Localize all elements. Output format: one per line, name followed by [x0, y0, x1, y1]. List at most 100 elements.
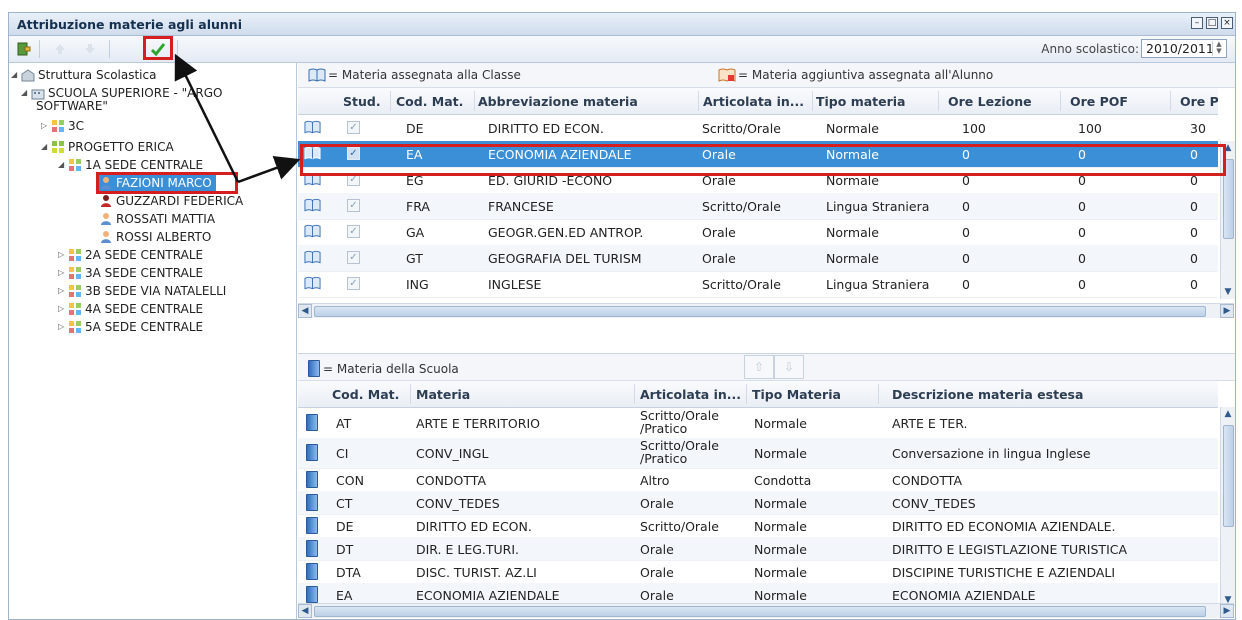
exit-icon — [17, 42, 31, 55]
collapse-icon[interactable]: ◢ — [58, 157, 68, 173]
top-grid-vertical-scrollbar[interactable]: ▲ ▼ — [1220, 141, 1235, 299]
cell-tipo: Normale — [754, 565, 807, 580]
tree-root[interactable]: ◢ Struttura Scolastica — [11, 67, 156, 83]
scroll-right-icon[interactable]: ▶ — [1220, 304, 1234, 318]
scroll-thumb[interactable] — [314, 606, 1206, 617]
expand-icon[interactable]: ▷ — [58, 247, 68, 263]
move-down-button[interactable] — [79, 38, 101, 59]
tree-student[interactable]: ROSSATI MATTIA — [99, 211, 215, 227]
table-row[interactable]: ✓ GA GEOGR.GEN.ED ANTROP. Orale Normale … — [298, 219, 1218, 246]
col-stud[interactable]: Stud. — [343, 94, 381, 109]
collapse-icon[interactable]: ◢ — [11, 67, 21, 83]
stud-checkbox[interactable]: ✓ — [347, 277, 360, 290]
minimize-button[interactable]: – — [1191, 17, 1203, 29]
subject-icon — [306, 471, 318, 488]
cell-tipo: Normale — [754, 588, 807, 603]
tree-student[interactable]: ROSSI ALBERTO — [99, 229, 211, 245]
tree-class[interactable]: ▷ 5A SEDE CENTRALE — [58, 319, 203, 335]
col-ore-lezione[interactable]: Ore Lezione — [948, 94, 1032, 109]
scroll-left-icon[interactable]: ◀ — [298, 304, 312, 318]
scroll-right-icon[interactable]: ▶ — [1220, 604, 1234, 618]
col-tipo-materia[interactable]: Tipo Materia — [752, 387, 841, 402]
col-abbreviazione[interactable]: Abbreviazione materia — [478, 94, 638, 109]
tree-node-progetto-erica[interactable]: ◢ PROGETTO ERICA — [41, 139, 174, 155]
col-cod-mat[interactable]: Cod. Mat. — [332, 387, 399, 402]
table-row[interactable]: ✓ EG ED. GIURID -ECONO Orale Normale 0 0… — [298, 167, 1218, 194]
table-row[interactable]: CI CONV_INGL Scritto/Orale /Pratico Norm… — [298, 438, 1218, 469]
stud-checkbox[interactable]: ✓ — [347, 225, 360, 238]
move-up-subject-button[interactable]: ⇧ — [744, 355, 774, 379]
col-materia[interactable]: Materia — [416, 387, 470, 402]
expand-icon[interactable]: ▷ — [58, 283, 68, 299]
col-descrizione[interactable]: Descrizione materia estesa — [892, 387, 1083, 402]
bottom-grid-horizontal-scrollbar[interactable]: ◀ ▶ — [298, 603, 1234, 618]
tree-node-1a[interactable]: ◢ 1A SEDE CENTRALE — [58, 157, 203, 173]
scroll-left-icon[interactable]: ◀ — [298, 604, 312, 618]
bottom-grid-vertical-scrollbar[interactable]: ▲ ▼ — [1220, 407, 1235, 607]
table-row[interactable]: ✓ GT GEOGRAFIA DEL TURISM Orale Normale … — [298, 245, 1218, 272]
col-ore-pof[interactable]: Ore POF — [1070, 94, 1128, 109]
cell-art: Orale — [702, 173, 736, 188]
move-down-subject-button[interactable]: ⇩ — [774, 355, 804, 379]
tree-class[interactable]: ▷ 2A SEDE CENTRALE — [58, 247, 203, 263]
table-row[interactable]: DT DIR. E LEG.TURI. Orale Normale DIRITT… — [298, 537, 1218, 561]
collapse-icon[interactable]: ◢ — [41, 139, 51, 155]
table-row-selected[interactable]: ✓ EA ECONOMIA AZIENDALE Orale Normale 0 … — [298, 141, 1218, 168]
cell-tipo: Normale — [826, 147, 879, 162]
table-row[interactable]: ✓ ING INGLESE Scritto/Orale Lingua Stran… — [298, 271, 1218, 298]
tree-class[interactable]: ▷ 3B SEDE VIA NATALELLI — [58, 283, 226, 299]
expand-icon[interactable]: ▷ — [58, 319, 68, 335]
toolbar: Anno scolastico: 2010/2011 ▲ ▼ — [9, 36, 1235, 63]
col-cod-mat[interactable]: Cod. Mat. — [396, 94, 463, 109]
tree-node-3c[interactable]: ▷ 3C — [41, 118, 84, 134]
stud-checkbox[interactable]: ✓ — [347, 199, 360, 212]
table-row[interactable]: ✓ FRA FRANCESE Scritto/Orale Lingua Stra… — [298, 193, 1218, 220]
scroll-thumb[interactable] — [314, 306, 1206, 317]
scroll-up-icon[interactable]: ▲ — [1221, 407, 1235, 421]
stud-checkbox[interactable]: ✓ — [347, 121, 360, 134]
cell-tipo: Normale — [754, 496, 807, 511]
collapse-icon[interactable]: ◢ — [21, 85, 31, 101]
cell-art: Orale — [640, 565, 674, 580]
stud-checkbox[interactable]: ✓ — [347, 173, 360, 186]
table-row[interactable]: ✓ DE DIRITTO ED ECON. Scritto/Orale Norm… — [298, 115, 1218, 142]
col-articolata[interactable]: Articolata in... — [640, 387, 741, 402]
close-button[interactable]: × — [1221, 17, 1233, 29]
stud-checkbox[interactable]: ✓ — [347, 147, 360, 160]
expand-icon[interactable]: ▷ — [58, 265, 68, 281]
table-row[interactable]: AT ARTE E TERRITORIO Scritto/Orale /Prat… — [298, 408, 1218, 439]
scroll-thumb[interactable] — [1223, 159, 1234, 239]
tree-class[interactable]: ▷ 3A SEDE CENTRALE — [58, 265, 203, 281]
expand-icon[interactable]: ▷ — [58, 301, 68, 317]
exit-button[interactable] — [13, 38, 35, 59]
col-articolata[interactable]: Articolata in... — [703, 94, 804, 109]
confirm-button[interactable] — [147, 38, 169, 59]
scroll-up-icon[interactable]: ▲ — [1221, 141, 1235, 155]
move-up-button[interactable] — [49, 38, 71, 59]
table-row[interactable]: CON CONDOTTA Altro Condotta CONDOTTA — [298, 468, 1218, 492]
scroll-thumb[interactable] — [1223, 425, 1234, 527]
subject-icon — [306, 563, 318, 580]
anno-scolastico-field[interactable]: 2010/2011 ▲ ▼ — [1141, 39, 1227, 58]
tree-class[interactable]: ▷ 4A SEDE CENTRALE — [58, 301, 203, 317]
spinner-icon[interactable]: ▲ ▼ — [1212, 41, 1225, 56]
scroll-down-icon[interactable]: ▼ — [1221, 285, 1235, 299]
cell-tipo: Normale — [754, 519, 807, 534]
stud-checkbox[interactable]: ✓ — [347, 251, 360, 264]
cell-ore-pe: 0 — [1190, 225, 1198, 240]
tree-student-selected[interactable]: FAZIONI MARCO — [99, 175, 216, 191]
table-row[interactable]: DE DIRITTO ED ECON. Scritto/Orale Normal… — [298, 514, 1218, 538]
school-icon — [21, 69, 35, 82]
tree-node-label: 3C — [68, 119, 85, 133]
col-ore-pe[interactable]: Ore Pe — [1180, 94, 1218, 109]
cell-desc: ARTE E TER. — [892, 416, 968, 431]
col-tipo-materia[interactable]: Tipo materia — [816, 94, 906, 109]
student-icon — [101, 213, 111, 225]
tree-student[interactable]: GUZZARDI FEDERICA — [99, 193, 243, 209]
table-row[interactable]: DTA DISC. TURIST. AZ.LI Orale Normale DI… — [298, 560, 1218, 584]
table-row[interactable]: CT CONV_TEDES Orale Normale CONV_TEDES — [298, 491, 1218, 515]
subject-icon — [306, 540, 318, 557]
top-grid-horizontal-scrollbar[interactable]: ◀ ▶ — [298, 303, 1234, 318]
maximize-button[interactable]: □ — [1206, 17, 1218, 29]
expand-icon[interactable]: ▷ — [41, 118, 51, 134]
